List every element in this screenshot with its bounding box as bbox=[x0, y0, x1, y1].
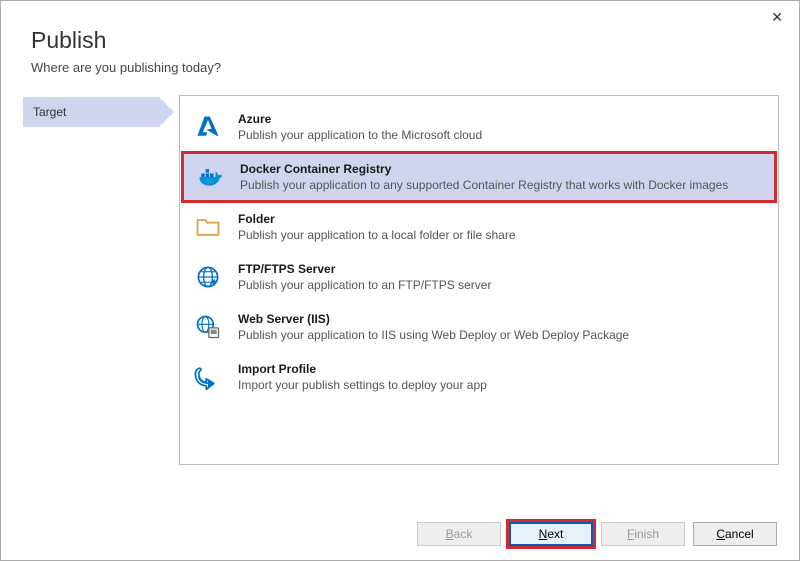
dialog-body: Target Azure Publish your application to… bbox=[1, 83, 799, 465]
option-azure[interactable]: Azure Publish your application to the Mi… bbox=[180, 102, 778, 152]
option-description: Publish your application to an FTP/FTPS … bbox=[238, 278, 764, 292]
next-highlight: Next bbox=[509, 522, 593, 546]
option-title: Docker Container Registry bbox=[240, 162, 762, 176]
back-button: Back bbox=[417, 522, 501, 546]
option-title: Import Profile bbox=[238, 362, 764, 376]
option-title: Web Server (IIS) bbox=[238, 312, 764, 326]
wizard-footer: Back Next Finish Cancel bbox=[417, 522, 777, 546]
azure-icon bbox=[194, 113, 222, 141]
wizard-step-label: Target bbox=[33, 105, 66, 119]
option-title: Azure bbox=[238, 112, 764, 126]
option-folder[interactable]: Folder Publish your application to a loc… bbox=[180, 202, 778, 252]
cancel-button[interactable]: Cancel bbox=[693, 522, 777, 546]
wizard-step-target[interactable]: Target bbox=[23, 97, 159, 127]
option-description: Publish your application to the Microsof… bbox=[238, 128, 764, 142]
next-button[interactable]: Next bbox=[509, 522, 593, 546]
docker-icon bbox=[196, 163, 224, 191]
option-description: Publish your application to any supporte… bbox=[240, 178, 762, 192]
close-button[interactable]: ✕ bbox=[765, 7, 789, 28]
folder-icon bbox=[194, 213, 222, 241]
option-description: Import your publish settings to deploy y… bbox=[238, 378, 764, 392]
option-import-profile[interactable]: Import Profile Import your publish setti… bbox=[180, 352, 778, 402]
dialog-header: Publish Where are you publishing today? bbox=[1, 1, 799, 83]
option-iis[interactable]: Web Server (IIS) Publish your applicatio… bbox=[180, 302, 778, 352]
import-icon bbox=[194, 363, 222, 391]
option-ftp[interactable]: FTP/FTPS Server Publish your application… bbox=[180, 252, 778, 302]
target-options-list: Azure Publish your application to the Mi… bbox=[179, 95, 779, 465]
web-server-icon bbox=[194, 313, 222, 341]
option-title: Folder bbox=[238, 212, 764, 226]
option-title: FTP/FTPS Server bbox=[238, 262, 764, 276]
finish-button: Finish bbox=[601, 522, 685, 546]
page-title: Publish bbox=[31, 27, 769, 54]
option-description: Publish your application to a local fold… bbox=[238, 228, 764, 242]
option-docker[interactable]: Docker Container Registry Publish your a… bbox=[182, 152, 776, 202]
page-subtitle: Where are you publishing today? bbox=[31, 60, 769, 75]
option-description: Publish your application to IIS using We… bbox=[238, 328, 764, 342]
globe-icon bbox=[194, 263, 222, 291]
